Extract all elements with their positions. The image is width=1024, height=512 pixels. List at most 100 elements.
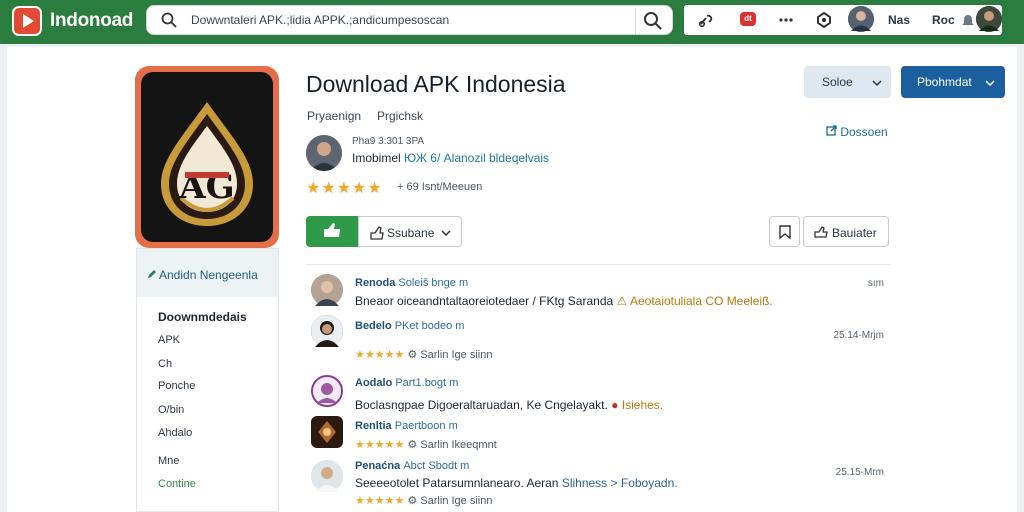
user-avatar[interactable] <box>848 6 874 32</box>
page-title: Download APK Indonesia <box>306 71 566 97</box>
reviewer-name-label: Renltia <box>355 420 392 432</box>
share-button-label: Ssubane <box>387 226 435 240</box>
review-time: 25.15-Mrm <box>835 467 884 478</box>
review-text-highlight: ⚠ Aeotaiotuliala CO Meeleiß. <box>616 294 773 308</box>
documentation-link[interactable]: Dossoen <box>826 125 888 139</box>
review-meta: Sarlin Ikeeqmnt <box>420 439 497 451</box>
review-stars: ★★★★★ ⚙ Sarlin Ige siinn <box>355 495 493 507</box>
rating-stars: ★★★★★ <box>306 180 383 197</box>
review-stars-glyphs: ★★★★★ <box>355 439 405 451</box>
report-button-label: Bauiater <box>832 226 877 240</box>
logo-play-icon <box>12 6 42 36</box>
review-time: 25.14-Mrjm <box>833 330 884 341</box>
review-text-b: Aeotaiotuliala CO Meeleiß. <box>629 294 773 308</box>
sidebar-header: Andidn Nengeenla <box>137 249 278 297</box>
review-text-b: Isiehes. <box>621 398 664 412</box>
chevron-down-icon <box>985 80 995 87</box>
bookmark-button[interactable] <box>769 216 800 247</box>
reviewer-avatar[interactable] <box>311 375 343 407</box>
sidebar-item-ponche[interactable]: Ponche <box>158 380 195 392</box>
reviewer-name[interactable]: Renoda Soleiš bnge m <box>355 277 468 289</box>
search-divider <box>635 8 636 34</box>
edit-icon <box>148 270 156 278</box>
reviewer-avatar[interactable] <box>311 416 343 448</box>
search-submit-icon[interactable] <box>643 11 663 31</box>
search-input[interactable]: Dowwntaleri APK.;lidia APPK.;andicumpeso… <box>191 13 449 27</box>
share-icon <box>370 226 384 240</box>
reviewer-handle: Paertboon m <box>394 420 458 432</box>
chevron-down-icon <box>872 80 882 87</box>
sidebar-item-mne[interactable]: Mne <box>158 455 179 467</box>
logo[interactable]: Indonoad <box>12 6 133 36</box>
reviewer-handle: Part1.bogt m <box>395 377 459 389</box>
developer-name-label: Imobimel <box>352 151 401 165</box>
app-icon-inner: AG <box>141 72 273 242</box>
review-text-b: Slihness <box>561 476 608 490</box>
reviewer-handle: Soleiš bnge m <box>398 277 469 289</box>
reviewer-name[interactable]: Aodalo Part1.bogt m <box>355 377 458 389</box>
reviewer-avatar[interactable] <box>311 460 343 492</box>
notification-badge[interactable]: dt <box>740 12 756 26</box>
subcategory-label[interactable]: Prgichsk <box>377 109 423 123</box>
chevron-down-icon <box>441 230 451 237</box>
review-meta: Sarlin Ige siinn <box>420 495 493 507</box>
review-stars: ★★★★★ ⚙ Sarlin Ikeeqmnt <box>355 439 497 451</box>
review-text: Seeeeotolet Patarsumnlanearo. Aeran Slih… <box>355 476 678 490</box>
reviewer-name-label: Penaćna <box>355 460 401 472</box>
search-icon <box>161 12 177 28</box>
reviewer-name[interactable]: Penaćna Abct Sbodt m <box>355 460 469 472</box>
review-text: Bneaor oiceandntaltaoreiotedaer / FKtg S… <box>355 294 773 308</box>
report-button[interactable]: Bauiater <box>803 216 889 247</box>
review-text: Boclasngpae Digoeraltaruadan, Ke Cngelay… <box>355 398 663 412</box>
sidebar: Andidn Nengeenla Doownmdedais APK Ch Pon… <box>136 248 279 512</box>
review-meta: Sarlin Ige siinn <box>420 349 493 361</box>
review-text-a: Bneaor oiceandntaltaoreiotedaer / FKtg S… <box>355 294 614 308</box>
review-text-highlight: > Foboyadn. <box>610 476 678 490</box>
developer-name[interactable]: Imobimel ЮЖ 6/ Alanozil bldeqelvais <box>352 151 549 165</box>
select-dropdown[interactable]: Soloe <box>804 66 891 98</box>
link-icon[interactable] <box>698 12 714 28</box>
reviewer-name[interactable]: Bedelo PKet bodeo m <box>355 320 464 332</box>
review-stars-glyphs: ★★★★★ <box>355 349 405 361</box>
user-label-2[interactable]: Roc <box>932 13 955 27</box>
review-time: sım <box>867 278 884 289</box>
developer-meta: Pha9 3:301 3PA <box>352 136 425 147</box>
sidebar-heading: Doownmdedais <box>158 310 247 324</box>
external-link-icon <box>826 125 837 136</box>
primary-button-label: Pbohmdat <box>917 75 972 89</box>
developer-avatar[interactable] <box>306 135 342 171</box>
sidebar-item-apk[interactable]: APK <box>158 334 180 346</box>
review-text-a: Boclasngpae Digoeraltaruadan, Ke Cngelay… <box>355 398 608 412</box>
app-emblem-icon: AG <box>161 102 253 226</box>
reviewer-name-label: Bedelo <box>355 320 392 332</box>
rating-count: + 69 Isnt/Meeuen <box>397 181 483 193</box>
sidebar-title[interactable]: Andidn Nengeenla <box>159 268 258 282</box>
documentation-link-label: Dossoen <box>840 125 888 139</box>
app-icon: AG <box>135 66 279 248</box>
bell-icon[interactable] <box>960 13 976 29</box>
sidebar-item-obin[interactable]: O/bin <box>158 404 184 416</box>
bookmark-icon <box>779 225 791 240</box>
primary-button[interactable]: Pbohmdat <box>901 66 1005 98</box>
share-button[interactable]: Ssubane <box>358 216 462 247</box>
more-icon[interactable] <box>778 12 794 28</box>
reviewer-name[interactable]: Renltia Paertboon m <box>355 420 458 432</box>
search-bar[interactable]: Dowwntaleri APK.;lidia APPK.;andicumpeso… <box>146 5 673 35</box>
thumbs-up-icon <box>324 223 340 237</box>
toolbar: dt Nas Roc <box>684 5 1002 35</box>
review-stars: ★★★★★ ⚙ Sarlin Ige siinn <box>355 349 493 361</box>
sidebar-item-contine[interactable]: Contine <box>158 478 196 490</box>
developer-link[interactable]: ЮЖ 6/ Alanozil bldeqelvais <box>404 151 549 165</box>
reviewer-avatar[interactable] <box>311 315 343 347</box>
reviewer-name-label: Aodalo <box>355 377 393 389</box>
user-label-1[interactable]: Nas <box>888 13 910 27</box>
reviewer-name-label: Renoda <box>355 277 396 289</box>
profile-avatar[interactable] <box>976 6 1002 32</box>
settings-icon[interactable] <box>816 12 832 28</box>
reviewer-avatar[interactable] <box>311 274 343 306</box>
category-label[interactable]: Pryaenign <box>307 109 361 123</box>
download-button[interactable] <box>306 216 358 247</box>
logo-text: Indonoad <box>50 10 134 31</box>
sidebar-item-ch[interactable]: Ch <box>158 358 172 370</box>
sidebar-item-ahdalo[interactable]: Ahdalo <box>158 427 192 439</box>
